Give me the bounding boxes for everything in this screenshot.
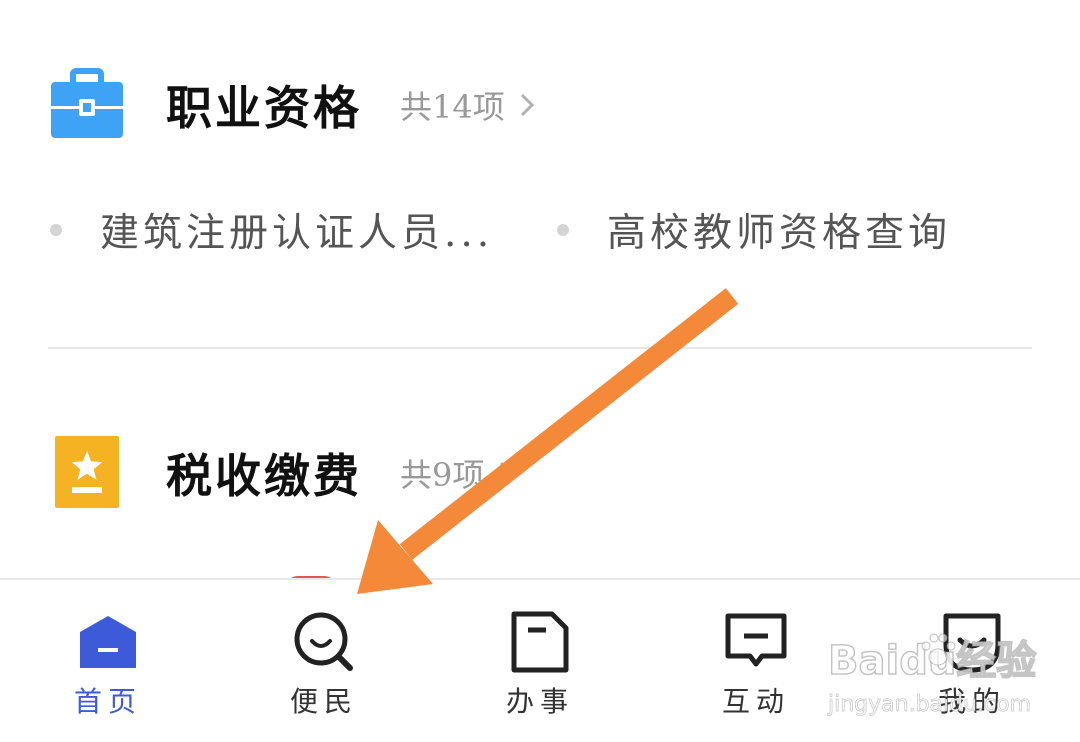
tab-home[interactable]: 首页 xyxy=(0,580,216,742)
star-certificate-icon xyxy=(50,436,124,510)
list-item-label: 高校教师资格查询 xyxy=(607,211,952,256)
section-title: 职业资格 xyxy=(166,81,362,135)
section-count: 共9项 xyxy=(400,456,485,494)
section-header-qualification[interactable]: 职业资格 共14项 xyxy=(50,68,535,142)
home-icon xyxy=(76,610,140,674)
chevron-right-icon xyxy=(498,460,514,486)
tab-label: 首页 xyxy=(73,685,142,718)
tab-label: 便民 xyxy=(289,685,358,718)
section-divider xyxy=(48,347,1032,349)
bullet-dot xyxy=(557,224,569,236)
paw-logo-icon xyxy=(921,633,956,666)
briefcase-icon xyxy=(50,68,124,142)
section-count: 共14项 xyxy=(400,88,505,126)
app-screen: 职业资格 共14项 建筑注册认证人员... 高校教师资格查询 税收缴费 共9项 xyxy=(0,0,1080,742)
watermark-url: jingyan.baidu.com xyxy=(828,692,1032,718)
tab-label: 办事 xyxy=(505,685,574,718)
section-header-tax[interactable]: 税收缴费 共9项 xyxy=(50,436,514,510)
search-smile-icon xyxy=(292,610,356,674)
tab-services[interactable]: 办事 xyxy=(432,580,648,742)
baidu-jingyan-watermark: Baidu经验 jingyan.baidu.com xyxy=(827,628,1037,722)
list-item-teacher-qualification[interactable]: 高校教师资格查询 xyxy=(557,200,951,260)
tab-convenience[interactable]: 便民 xyxy=(216,580,432,742)
message-icon xyxy=(724,610,788,674)
list-item-label: 建筑注册认证人员... xyxy=(100,211,494,256)
chevron-right-icon xyxy=(519,92,535,118)
list-item-construction-registration[interactable]: 建筑注册认证人员... xyxy=(50,200,493,260)
section-title: 税收缴费 xyxy=(166,449,362,503)
bullet-dot xyxy=(50,224,62,236)
document-icon xyxy=(508,610,572,674)
